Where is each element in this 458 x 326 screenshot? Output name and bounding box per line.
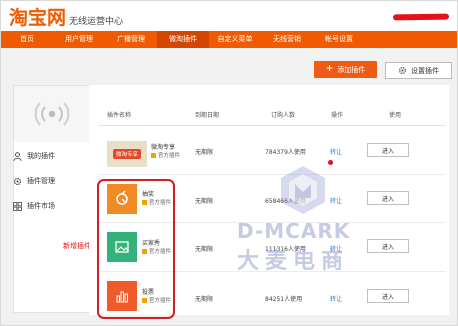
new-plugins-highlight (97, 179, 175, 319)
transfer-link[interactable]: 转让 (330, 147, 342, 156)
sidebar-item-plugin-management[interactable]: 插件管理 (13, 176, 55, 186)
taobao-logo[interactable]: 淘宝网 (9, 7, 66, 29)
official-badge: 官方插件 (151, 151, 180, 159)
nav-account-settings[interactable]: 帐号设置 (313, 31, 365, 48)
sidebar-item-label: 我的插件 (27, 152, 55, 160)
gear-icon (398, 66, 407, 75)
plugin-expiry: 无期限 (195, 149, 214, 156)
watermark-logo-icon (281, 166, 325, 214)
transfer-link[interactable]: 转让 (330, 196, 342, 205)
sidebar-item-plugin-market[interactable]: 插件市场 (13, 201, 55, 211)
nav-broadcast-management[interactable]: 广播管理 (105, 31, 157, 48)
nav-wireless-marketing[interactable]: 无线营销 (261, 31, 313, 48)
add-plugin-button[interactable]: + 添加插件 (314, 61, 377, 78)
plugin-settings-button[interactable]: 设置插件 (385, 62, 452, 79)
plugin-thumbnail: 微淘专享 (107, 141, 147, 167)
sidebar-header (14, 86, 90, 142)
user-icon (13, 151, 22, 161)
nav-user-management[interactable]: 用户管理 (53, 31, 105, 48)
enter-button[interactable]: 进入 (367, 289, 409, 303)
nav-home[interactable]: 首页 (1, 31, 53, 48)
enter-button[interactable]: 进入 (367, 191, 409, 205)
brand: 淘宝网 无线运营中心 (9, 7, 123, 29)
redaction-mark (392, 13, 450, 21)
site-subtitle: 无线运营中心 (69, 17, 124, 27)
enter-button[interactable]: 进入 (367, 239, 409, 253)
app-window: 淘宝网 无线运营中心 首页 用户管理 广播管理 微淘插件 自定义菜单 无线营销 … (0, 0, 458, 326)
divider (98, 174, 446, 175)
sidebar-item-my-plugins[interactable]: 我的插件 (13, 151, 55, 161)
nav-plugins[interactable]: 微淘插件 (157, 31, 209, 48)
plugin-expiry: 无期限 (195, 296, 214, 303)
enter-button[interactable]: 进入 (367, 143, 409, 157)
plugin-type: 官方插件 (158, 153, 181, 159)
plugin-subscribers: 784379人使用 (265, 149, 306, 156)
plugin-thumbnail-label: 微淘专享 (112, 149, 141, 159)
column-header-use: 使用 (389, 112, 402, 119)
column-header-expiry[interactable]: 到期日期 (195, 110, 219, 119)
plugin-expiry: 无期限 (195, 246, 214, 253)
plus-icon: + (325, 64, 334, 74)
new-plugins-annotation: 新增插件 (63, 242, 91, 250)
sidebar (13, 85, 91, 313)
column-header-subscribers: 订购人数 (271, 112, 296, 119)
watermark-text: D-MCARK (237, 219, 351, 243)
nav-custom-menu[interactable]: 自定义菜单 (209, 31, 261, 48)
notification-dot (328, 160, 333, 165)
sidebar-item-label: 插件管理 (27, 177, 55, 185)
grid-icon (13, 201, 22, 211)
watermark-text-cn: 大麦电商 (237, 249, 350, 274)
plugin-expiry: 无期限 (195, 198, 214, 205)
sidebar-item-label: 插件市场 (27, 202, 55, 210)
column-header-action: 操作 (331, 112, 344, 119)
gear-icon (13, 177, 22, 185)
broadcast-icon (34, 102, 70, 126)
divider (98, 125, 446, 126)
column-header-name: 插件名称 (107, 112, 132, 119)
transfer-link[interactable]: 转让 (330, 294, 342, 303)
plugin-subscribers: 84251人使用 (265, 296, 303, 303)
plugin-settings-label: 设置插件 (411, 66, 439, 75)
top-nav: 首页 用户管理 广播管理 微淘插件 自定义菜单 无线营销 帐号设置 (1, 31, 457, 48)
add-plugin-label: 添加插件 (337, 65, 366, 74)
plugin-name: 微淘专享 (151, 144, 176, 151)
